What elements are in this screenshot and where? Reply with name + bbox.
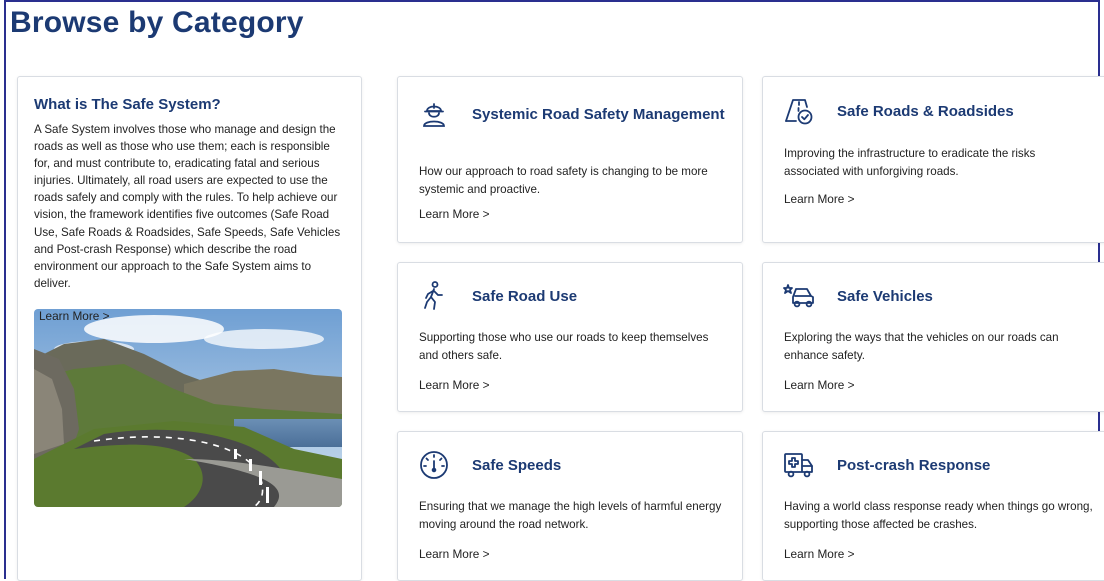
road-worker-icon <box>423 103 445 127</box>
category-card-systemic-road-safety[interactable]: Systemic Road Safety Management How our … <box>397 76 743 243</box>
learn-more-link[interactable]: Learn More > <box>419 378 490 392</box>
learn-more-link[interactable]: Learn More > <box>784 547 855 561</box>
card-title[interactable]: Safe Vehicles <box>837 286 933 307</box>
card-description: Ensuring that we manage the high levels … <box>419 500 722 531</box>
intro-heading: What is The Safe System? <box>34 96 221 113</box>
ambulance-icon <box>784 453 813 478</box>
safe-system-intro-card: What is The Safe System? A Safe System i… <box>17 76 362 581</box>
learn-more-link[interactable]: Learn More > <box>419 207 490 221</box>
category-card-safe-speeds[interactable]: Safe Speeds Ensuring that we manage the … <box>397 431 743 581</box>
card-description: Supporting those who use our roads to ke… <box>419 331 709 362</box>
card-header: Safe Roads & Roadsides <box>783 95 1014 127</box>
card-title[interactable]: Safe Roads & Roadsides <box>837 101 1014 122</box>
category-card-post-crash-response[interactable]: Post-crash Response Having a world class… <box>762 431 1104 581</box>
category-card-safe-road-use[interactable]: Safe Road Use Supporting those who use o… <box>397 262 743 412</box>
card-description: How our approach to road safety is chang… <box>419 165 708 196</box>
road-landscape-image <box>34 308 342 507</box>
pedestrian-icon <box>424 281 443 310</box>
learn-more-link[interactable]: Learn More > <box>784 378 855 392</box>
card-header: Safe Road Use <box>418 280 577 312</box>
card-header: Safe Vehicles <box>783 280 933 312</box>
card-header: Post-crash Response <box>783 449 990 481</box>
card-description: Having a world class response ready when… <box>784 500 1093 531</box>
card-title[interactable]: Safe Speeds <box>472 455 561 476</box>
card-title[interactable]: Safe Road Use <box>472 286 577 307</box>
card-description: Improving the infrastructure to eradicat… <box>784 147 1036 178</box>
road-check-icon <box>785 99 813 125</box>
learn-more-link[interactable]: Learn More > <box>784 192 855 206</box>
card-title[interactable]: Post-crash Response <box>837 455 990 476</box>
page-title: Browse by Category <box>10 6 304 39</box>
card-header: Systemic Road Safety Management <box>418 98 725 130</box>
intro-learn-more-link[interactable]: Learn More > <box>39 309 110 323</box>
car-icon <box>783 284 814 308</box>
category-card-safe-vehicles[interactable]: Safe Vehicles Exploring the ways that th… <box>762 262 1104 412</box>
card-header: Safe Speeds <box>418 449 561 481</box>
card-description: Exploring the ways that the vehicles on … <box>784 331 1059 362</box>
speedometer-icon <box>420 451 448 479</box>
learn-more-link[interactable]: Learn More > <box>419 547 490 561</box>
card-title[interactable]: Systemic Road Safety Management <box>472 104 725 125</box>
intro-body: A Safe System involves those who manage … <box>34 123 341 290</box>
category-card-safe-roads-roadsides[interactable]: Safe Roads & Roadsides Improving the inf… <box>762 76 1104 243</box>
